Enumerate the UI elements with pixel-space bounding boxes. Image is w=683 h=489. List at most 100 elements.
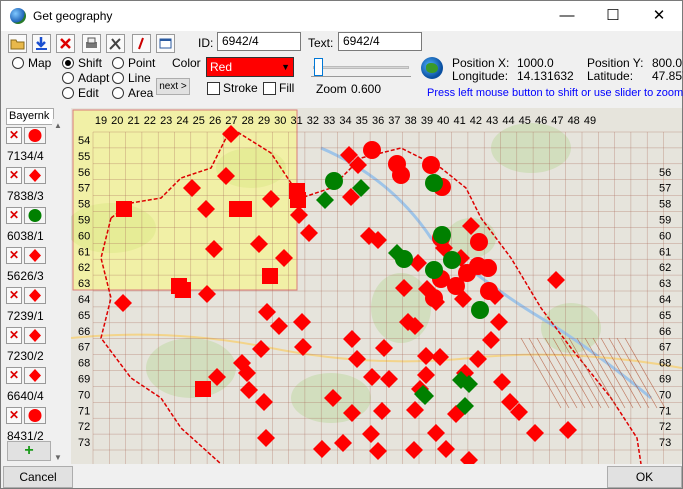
ok-button[interactable]: OK: [607, 466, 682, 488]
download-button[interactable]: [32, 34, 51, 53]
list-item[interactable]: ✕ 7239/1: [6, 287, 54, 327]
remove-item-icon[interactable]: ✕: [6, 367, 22, 384]
remove-item-icon[interactable]: ✕: [6, 247, 22, 264]
globe-icon: [421, 57, 443, 79]
adapt-radio[interactable]: [62, 72, 74, 84]
print-button[interactable]: [82, 34, 101, 53]
circle-symbol-icon[interactable]: [24, 207, 46, 224]
color-select[interactable]: Red ▼: [206, 57, 294, 77]
list-item[interactable]: ✕ 7134/4: [6, 127, 54, 167]
stroke-label: Stroke: [223, 81, 258, 95]
diamond-symbol-icon[interactable]: [24, 167, 46, 184]
scroll-up-icon[interactable]: ▲: [54, 121, 62, 130]
line-radio[interactable]: [112, 72, 124, 84]
diamond-symbol-icon[interactable]: [24, 367, 46, 384]
minimize-button[interactable]: —: [544, 1, 590, 31]
cancel-button[interactable]: Cancel: [3, 466, 73, 488]
diamond-symbol-icon[interactable]: [24, 327, 46, 344]
circle-symbol-icon[interactable]: [24, 127, 46, 144]
remove-item-icon[interactable]: ✕: [6, 407, 22, 424]
diamond-symbol-icon[interactable]: [24, 247, 46, 264]
map-radio-label: Map: [28, 56, 52, 70]
map-column-label: 32: [307, 115, 319, 127]
map-column-label: 33: [323, 115, 335, 127]
get-geography-window: Get geography — ☐ ✕ ID: 6942/4 Text: 694…: [0, 0, 683, 489]
map-view[interactable]: 19 20 21 22 23 24 25 26 27 28 29 30 31 32 33 34 35 36 37 38…: [71, 108, 682, 464]
shift-radio[interactable]: [62, 57, 74, 69]
diamond-symbol-icon[interactable]: [24, 287, 46, 304]
scroll-down-icon[interactable]: ▼: [54, 453, 62, 462]
map-column-label: 45: [519, 115, 531, 127]
window-title: Get geography: [33, 9, 113, 23]
point-radio[interactable]: [112, 57, 124, 69]
circle-symbol-icon[interactable]: [24, 407, 46, 424]
window-icon: [159, 38, 172, 49]
maximize-button[interactable]: ☐: [590, 1, 636, 31]
globe-app-icon: [10, 8, 26, 24]
map-row-label: 65: [659, 310, 671, 322]
hint-text: Press left mouse button to shift or use …: [427, 87, 683, 99]
add-button[interactable]: +: [7, 441, 51, 461]
text-field[interactable]: 6942/4: [338, 32, 422, 51]
remove-item-icon[interactable]: ✕: [6, 327, 22, 344]
map-row-label: 56: [78, 167, 90, 179]
map-column-label: 46: [535, 115, 547, 127]
point-radio-label: Point: [128, 56, 156, 70]
tools-button[interactable]: [106, 34, 125, 53]
map-circle-marker: [480, 282, 498, 300]
map-square-marker: [116, 201, 132, 217]
map-column-label: 25: [193, 115, 205, 127]
position-x-label: Position X:: [452, 56, 510, 70]
map-row-label: 66: [659, 326, 671, 338]
map-circle-marker: [471, 301, 489, 319]
shift-radio-label: Shift: [78, 56, 103, 70]
delete-button[interactable]: [56, 34, 75, 53]
remove-item-icon[interactable]: ✕: [6, 287, 22, 304]
zoom-slider-thumb[interactable]: [314, 58, 323, 76]
zoom-slider[interactable]: [311, 57, 411, 77]
printer-icon: [86, 37, 97, 48]
next-button[interactable]: next >: [156, 78, 190, 95]
map-column-label: 26: [209, 115, 221, 127]
map-canvas[interactable]: 19 20 21 22 23 24 25 26 27 28 29 30 31 32 33 34 35 36 37 38…: [71, 108, 682, 464]
list-item[interactable]: ✕ 7838/3: [6, 167, 54, 207]
area-radio[interactable]: [112, 87, 124, 99]
map-row-label: 60: [659, 230, 671, 242]
edit-radio-label: Edit: [78, 86, 99, 100]
map-row-label: 70: [78, 389, 90, 401]
window-button[interactable]: [156, 34, 175, 53]
list-item-id: 6640/4: [7, 389, 44, 403]
map-row-label: 68: [78, 358, 90, 370]
map-circle-marker: [392, 166, 410, 184]
list-item[interactable]: ✕ 6038/1: [6, 207, 54, 247]
map-row-label: 71: [78, 405, 90, 417]
map-circle-marker: [458, 264, 476, 282]
id-field[interactable]: 6942/4: [217, 32, 301, 51]
map-circle-marker: [425, 174, 443, 192]
map-row-label: 63: [659, 278, 671, 290]
fill-checkbox[interactable]: [263, 82, 276, 95]
marker-button[interactable]: [132, 34, 151, 53]
list-header: Bayernk: [6, 108, 54, 125]
stroke-checkbox[interactable]: [207, 82, 220, 95]
close-button[interactable]: ✕: [636, 1, 682, 31]
map-circle-marker: [470, 233, 488, 251]
list-item[interactable]: ✕ 7230/2: [6, 327, 54, 367]
map-row-label: 58: [659, 199, 671, 211]
remove-item-icon[interactable]: ✕: [6, 167, 22, 184]
list-scrollbar[interactable]: ▲ ▼: [52, 119, 66, 464]
map-circle-marker: [479, 259, 497, 277]
map-column-label: 23: [160, 115, 172, 127]
list-item[interactable]: ✕ 5626/3: [6, 247, 54, 287]
forest-area: [541, 303, 601, 353]
list-item-id: 6038/1: [7, 229, 44, 243]
fill-label: Fill: [279, 81, 295, 95]
remove-item-icon[interactable]: ✕: [6, 207, 22, 224]
map-radio[interactable]: [12, 57, 24, 69]
list-item[interactable]: ✕ 6640/4: [6, 367, 54, 407]
open-folder-button[interactable]: [8, 34, 27, 53]
edit-radio[interactable]: [62, 87, 74, 99]
list-item-id: 7230/2: [7, 349, 44, 363]
folder-icon: [10, 39, 25, 50]
remove-item-icon[interactable]: ✕: [6, 127, 22, 144]
